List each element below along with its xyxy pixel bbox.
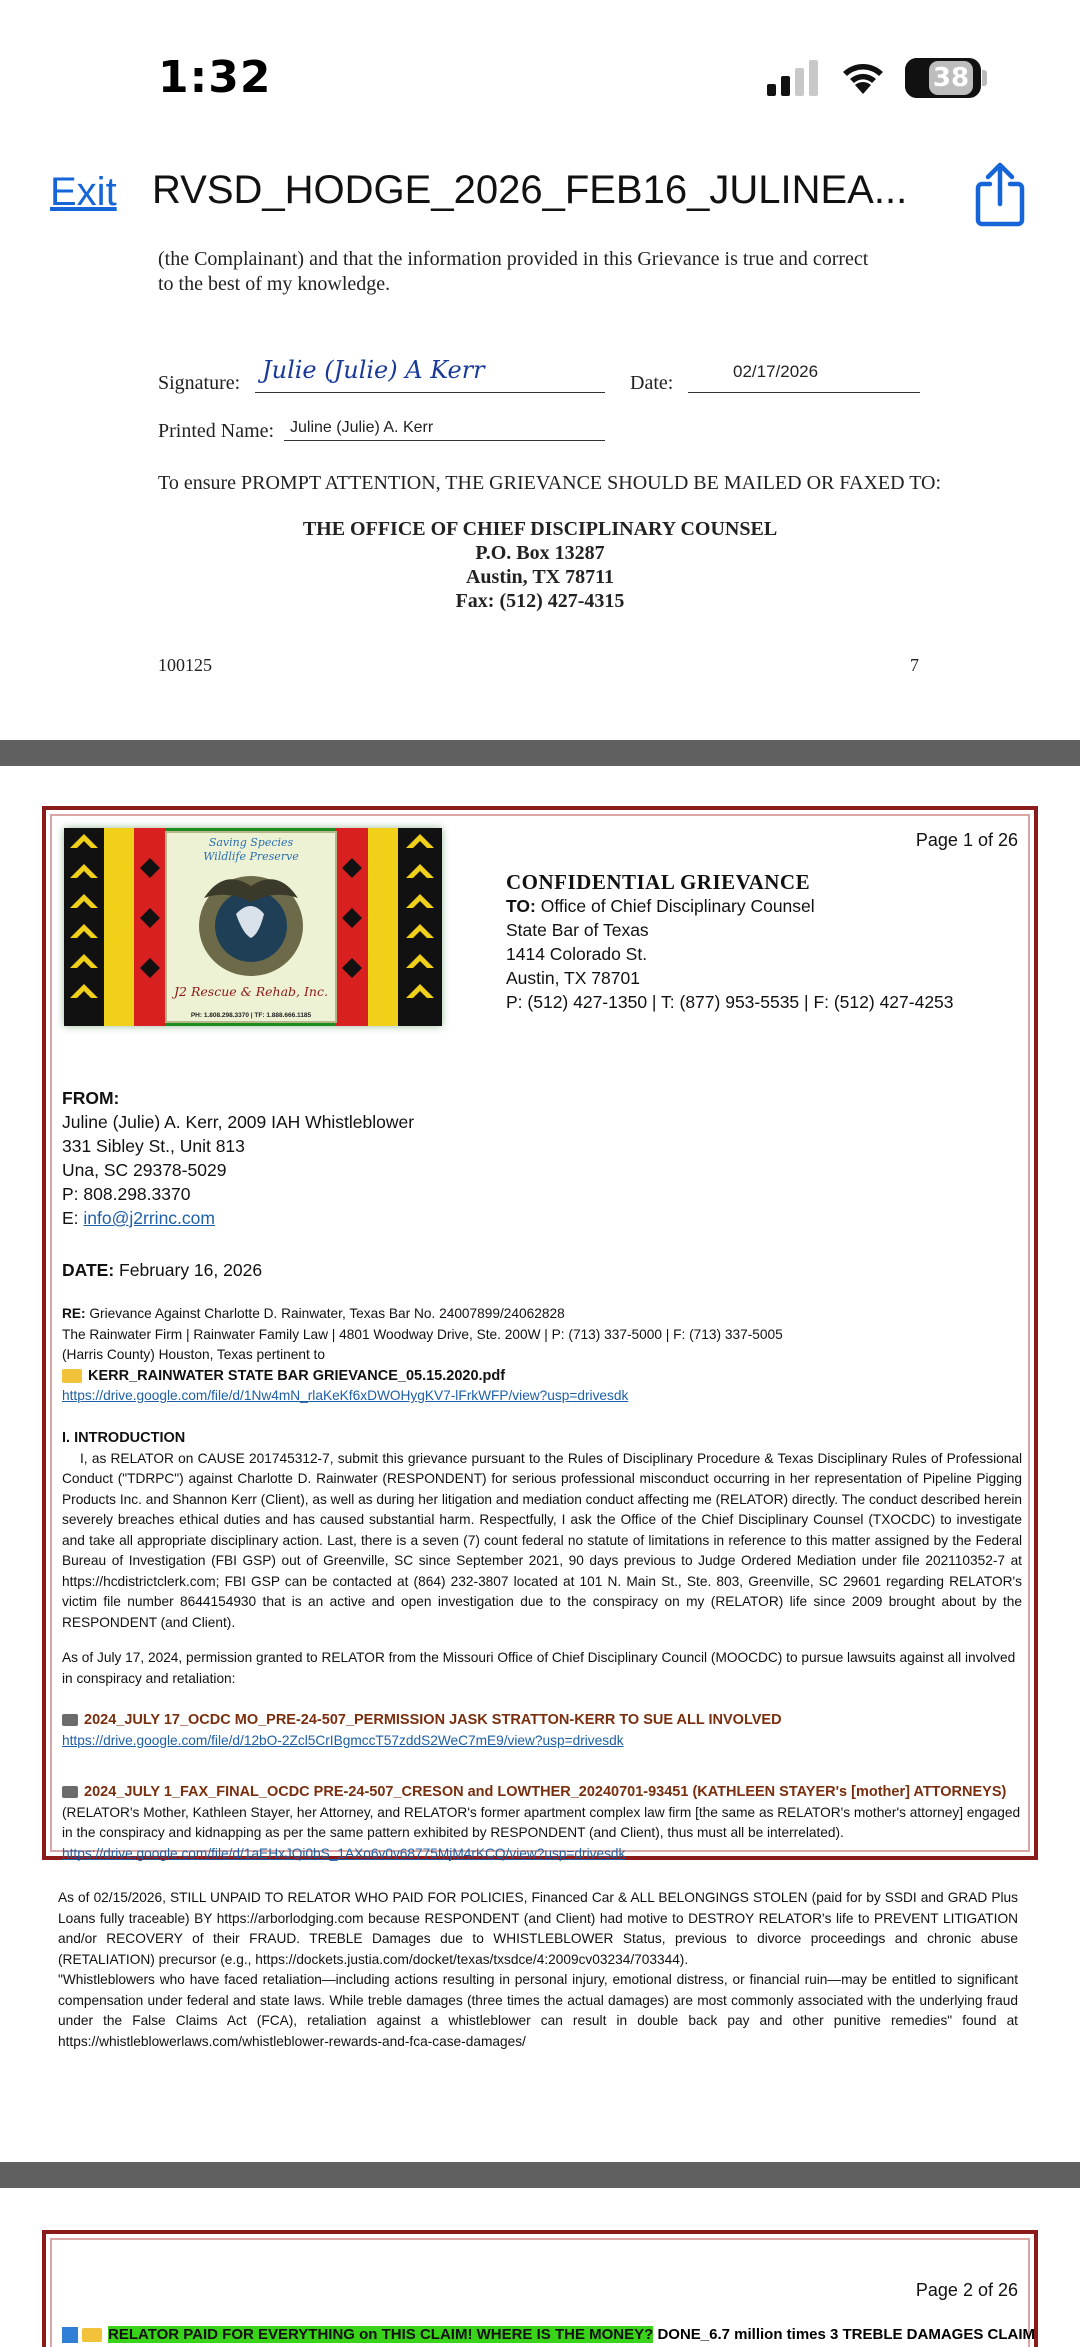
exit-button[interactable]: Exit <box>50 170 117 215</box>
re-line-1: Grievance Against Charlotte D. Rainwater… <box>89 1306 565 1321</box>
wifi-icon <box>843 64 883 94</box>
from-line-3: Una, SC 29378-5029 <box>62 1160 227 1180</box>
mo-permission-text: As of July 17, 2024, permission granted … <box>62 1650 1016 1686</box>
date-label: Date: <box>630 372 674 394</box>
intro-line-1: (the Complainant) and that the informati… <box>158 248 869 270</box>
quote-text: "Whistleblowers who have faced retaliati… <box>58 1972 1018 2049</box>
logo-subtitle: Wildlife Preserve <box>203 850 299 863</box>
re-line-3: (Harris County) Houston, Texas pertinent… <box>62 1347 325 1362</box>
footer-page-number: 7 <box>910 655 919 675</box>
re-label: RE: <box>62 1306 86 1321</box>
printed-name-value: Juline (Julie) A. Kerr <box>290 419 434 436</box>
unpaid-text: As of 02/15/2026, STILL UNPAID TO RELATO… <box>58 1890 1018 1967</box>
document-title: RVSD_HODGE_2026_FEB16_JULINEA... <box>152 168 908 212</box>
status-time: 1:32 <box>158 52 272 103</box>
from-line-2: 331 Sibley St., Unit 813 <box>62 1136 245 1156</box>
re-line-2: The Rainwater Firm | Rainwater Family La… <box>62 1326 783 1342</box>
intro-text: I, as RELATOR on CAUSE 201745312-7, subm… <box>62 1450 1022 1630</box>
date-value: February 16, 2026 <box>119 1260 263 1280</box>
battery-level: 38 <box>929 61 973 95</box>
from-line-4: P: 808.298.3370 <box>62 1184 191 1204</box>
from-line-1: Juline (Julie) A. Kerr, 2009 IAH Whistle… <box>62 1112 415 1132</box>
fax-text: (RELATOR's Mother, Kathleen Stayer, her … <box>62 1804 1021 1841</box>
nav-bar: Exit RVSD_HODGE_2026_FEB16_JULINEA... <box>0 150 1080 240</box>
page-number: Page 2 of 26 <box>915 2280 1018 2300</box>
drive-link-2[interactable]: https://drive.google.com/file/d/12bO-2Zc… <box>62 1731 1022 1752</box>
fax-title: 2024_JULY 1_FAX_FINAL_OCDC PRE-24-507_CR… <box>84 1784 1007 1800</box>
intro-heading: I. INTRODUCTION <box>62 1430 186 1446</box>
unpaid-section: As of 02/15/2026, STILL UNPAID TO RELATO… <box>58 1888 1018 2052</box>
date-block: DATE: February 16, 2026 <box>62 1258 262 1282</box>
j2-rescue-logo: Saving Species Wildlife Preserve J2 Resc… <box>64 828 442 1026</box>
date-label: DATE: <box>62 1260 115 1280</box>
date-value: 02/17/2026 <box>733 362 819 381</box>
folder-icon <box>62 1368 82 1383</box>
signature-label: Signature: <box>158 372 241 394</box>
page-separator <box>0 740 1080 766</box>
re-block: RE: Grievance Against Charlotte D. Rainw… <box>62 1304 1022 1407</box>
email-link[interactable]: info@j2rrinc.com <box>83 1208 215 1228</box>
file-name: KERR_RAINWATER STATE BAR GRIEVANCE_05.15… <box>88 1367 506 1384</box>
recipient-block: CONFIDENTIAL GRIEVANCE TO: Office of Chi… <box>506 870 954 1014</box>
to-line-5: P: (512) 427-1350 | T: (877) 953-5535 | … <box>506 992 954 1012</box>
banner-rest: DONE_6.7 million times 3 TREBLE DAMAGES … <box>657 2326 1036 2343</box>
from-block: FROM: Juline (Julie) A. Kerr, 2009 IAH W… <box>62 1086 414 1230</box>
email-label: E: <box>62 1208 79 1228</box>
to-value: Office of Chief Disciplinary Counsel <box>540 896 815 916</box>
document-icon <box>62 1786 78 1799</box>
page-number: Page 1 of 26 <box>915 830 1018 850</box>
to-label: TO: <box>506 896 536 916</box>
office-city: Austin, TX 78711 <box>465 566 614 588</box>
from-label: FROM: <box>62 1088 120 1108</box>
office-name: THE OFFICE OF CHIEF DISCIPLINARY COUNSEL <box>302 518 778 540</box>
confidential-title: CONFIDENTIAL GRIEVANCE <box>506 870 811 894</box>
office-po: P.O. Box 13287 <box>475 542 605 564</box>
drive-link-3[interactable]: https://drive.google.com/file/d/1aEHxJQi… <box>62 1844 1022 1865</box>
footer-code: 100125 <box>158 655 212 675</box>
logo-phone: PH: 1.808.298.3370 | TF: 1.888.666.1185 <box>190 1012 312 1019</box>
permission-title: 2024_JULY 17_OCDC MO_PRE-24-507_PERMISSI… <box>84 1712 782 1728</box>
page-2: Page 2 of 26 RELATOR PAID FOR EVERYTHING… <box>42 2230 1038 2347</box>
mail-instructions: To ensure PROMPT ATTENTION, THE GRIEVANC… <box>158 472 942 494</box>
page-separator <box>0 2162 1080 2188</box>
to-line-4: Austin, TX 78701 <box>506 968 640 988</box>
cellular-signal-icon <box>767 60 818 96</box>
document-viewer[interactable]: (the Complainant) and that the informati… <box>0 240 1080 2347</box>
to-line-2: State Bar of Texas <box>506 920 649 940</box>
previous-page: (the Complainant) and that the informati… <box>0 240 1080 740</box>
status-bar: 1:32 38 <box>0 0 1080 150</box>
page-1: Page 1 of 26 Saving Species Wildlife Pre… <box>42 806 1038 1861</box>
share-icon[interactable] <box>972 160 1028 228</box>
office-fax: Fax: (512) 427-4315 <box>455 590 625 612</box>
intro-line-2: to the best of my knowledge. <box>158 273 391 295</box>
drive-link-1[interactable]: https://drive.google.com/file/d/1Nw4mN_r… <box>62 1386 1022 1407</box>
printed-name-label: Printed Name: <box>158 420 275 442</box>
permission-section: 2024_JULY 17_OCDC MO_PRE-24-507_PERMISSI… <box>62 1710 1022 1751</box>
banner-highlight: RELATOR PAID FOR EVERYTHING on THIS CLAI… <box>108 2326 654 2343</box>
to-line-3: 1414 Colorado St. <box>506 944 648 964</box>
logo-name: J2 Rescue & Rehab, Inc. <box>174 984 328 999</box>
introduction-section: I. INTRODUCTION I, as RELATOR on CAUSE 2… <box>62 1428 1022 1633</box>
logo-tagline: Saving Species <box>208 836 294 849</box>
folder-icon <box>82 2328 102 2343</box>
fax-section: 2024_JULY 1_FAX_FINAL_OCDC PRE-24-507_CR… <box>62 1782 1022 1864</box>
arrow-icon <box>62 2327 78 2344</box>
battery-icon: 38 <box>905 58 981 98</box>
page-2-banner: RELATOR PAID FOR EVERYTHING on THIS CLAI… <box>62 2326 1036 2344</box>
signature-image: Julie (Julie) A Kerr <box>262 356 485 384</box>
document-icon <box>62 1714 78 1727</box>
